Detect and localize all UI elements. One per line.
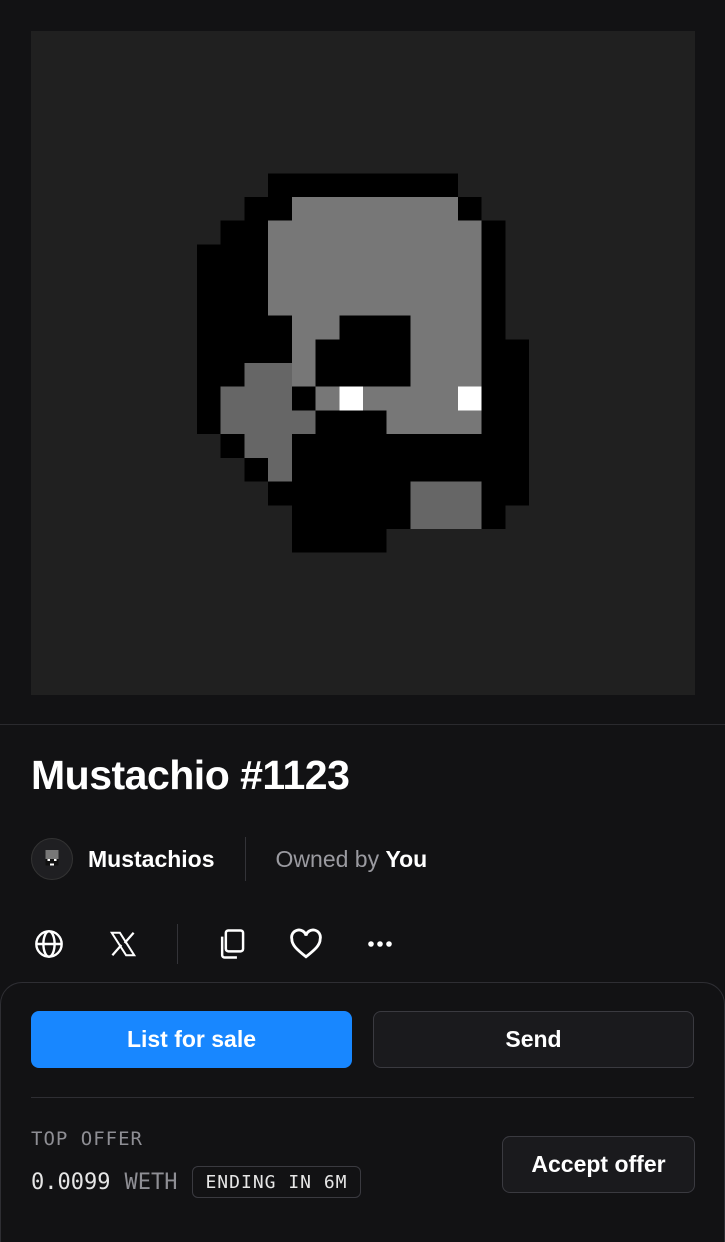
mustachio-pixel-art: [197, 173, 529, 553]
copy-icon[interactable]: [214, 926, 250, 962]
owned-by-label: Owned by: [275, 845, 380, 872]
send-button[interactable]: Send: [373, 1011, 694, 1068]
collection-logo-icon: [45, 850, 59, 866]
collection-avatar[interactable]: [31, 838, 73, 880]
x-logo-icon[interactable]: [105, 926, 141, 962]
list-for-sale-button[interactable]: List for sale: [31, 1011, 352, 1068]
collection-name[interactable]: Mustachios: [88, 846, 215, 873]
top-offer-label: TOP OFFER: [31, 1128, 143, 1150]
action-panel: List for sale Send TOP OFFER 0.0099 WETH…: [0, 982, 725, 1242]
action-icons: [31, 922, 398, 966]
accept-offer-button[interactable]: Accept offer: [502, 1136, 695, 1193]
nft-title: Mustachio #1123: [31, 752, 350, 798]
offer-expiry-badge: ENDING IN 6M: [192, 1166, 361, 1198]
top-offer-details: 0.0099 WETH ENDING IN 6M: [31, 1166, 361, 1198]
divider: [177, 924, 178, 964]
collection-row: Mustachios Owned by You: [31, 836, 427, 882]
offer-currency: WETH: [124, 1169, 178, 1195]
divider: [244, 837, 246, 881]
nft-image[interactable]: [31, 31, 695, 695]
divider: [31, 1097, 694, 1098]
heart-icon[interactable]: [288, 926, 324, 962]
more-icon[interactable]: [362, 926, 398, 962]
nft-hero: [0, 0, 725, 725]
offer-amount: 0.0099: [31, 1169, 111, 1195]
globe-icon[interactable]: [31, 926, 67, 962]
owner-info: Owned by You: [276, 846, 428, 873]
owner-name[interactable]: You: [385, 846, 427, 872]
